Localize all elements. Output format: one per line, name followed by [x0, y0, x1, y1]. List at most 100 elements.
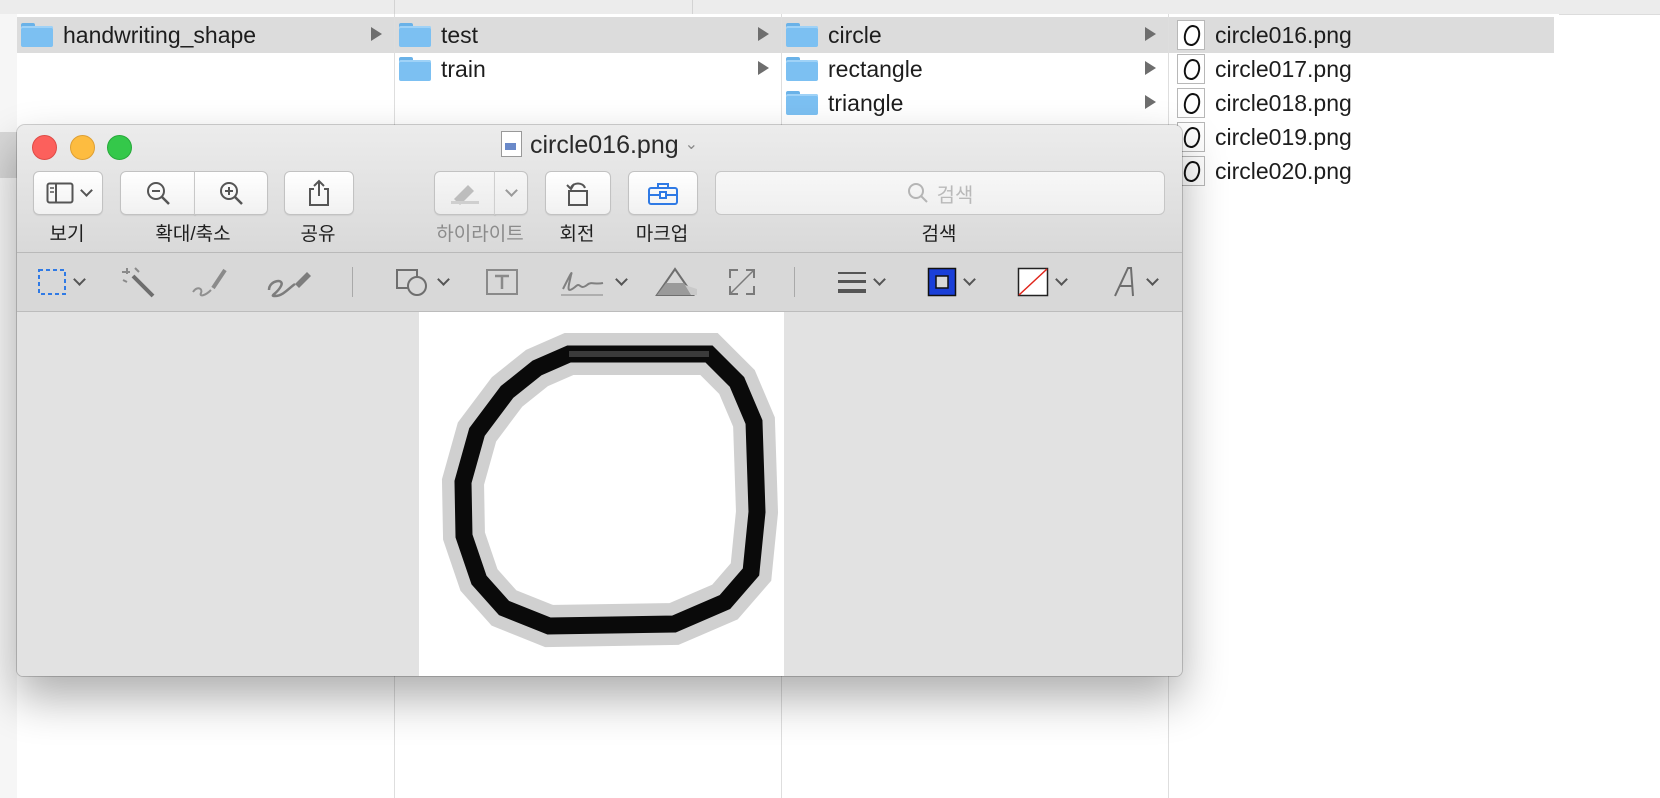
list-item-file[interactable]: circle018.png [1169, 85, 1559, 121]
list-item-folder[interactable]: rectangle [782, 51, 1168, 87]
zoom-out-button[interactable] [120, 171, 196, 215]
folder-icon [786, 57, 818, 81]
adjust-size-button[interactable] [727, 266, 757, 298]
shape-style-icon [838, 272, 866, 293]
zoom-label: 확대/축소 [155, 224, 231, 245]
markup-toolbar [17, 253, 1182, 312]
disclosure-arrow-icon [1145, 95, 1156, 109]
toolbar-divider [352, 267, 353, 297]
chevron-down-icon [1055, 272, 1068, 286]
folder-icon [786, 23, 818, 47]
sidebar-selection-mark [0, 132, 17, 178]
list-item-folder[interactable]: triangle [782, 85, 1168, 121]
highlight-label: 하이라이트 [436, 224, 524, 245]
item-label: handwriting_shape [63, 21, 257, 48]
list-item-file[interactable]: circle019.png [1169, 119, 1559, 155]
zoom-out-icon [147, 182, 170, 205]
rotate-icon [566, 182, 588, 206]
preview-window: circle016.png ⌄ 보기 확대/축소 공유 하이라이트 회전 마크업… [17, 125, 1182, 676]
list-item-folder[interactable]: circle [782, 17, 1168, 53]
view-button[interactable] [33, 171, 103, 215]
draw-icon [267, 272, 311, 298]
shapes-tool-button[interactable] [395, 266, 450, 298]
search-field[interactable]: 검색 [715, 171, 1165, 215]
list-item-folder[interactable]: handwriting_shape [17, 17, 394, 53]
chevron-down-icon [73, 272, 86, 286]
markup-label: 마크업 [635, 224, 689, 245]
highlight-button[interactable] [434, 171, 496, 215]
disclosure-arrow-icon [758, 61, 769, 75]
image-thumbnail-icon [1177, 54, 1205, 84]
text-style-button[interactable] [1112, 266, 1159, 298]
instant-alpha-icon [122, 267, 155, 298]
folder-icon [21, 23, 53, 47]
draw-tool-button[interactable] [265, 266, 313, 298]
list-item-file[interactable]: circle017.png [1169, 51, 1559, 87]
share-icon [309, 179, 329, 206]
window-titlebar[interactable]: circle016.png ⌄ 보기 확대/축소 공유 하이라이트 회전 마크업… [17, 125, 1182, 253]
search-placeholder: 검색 [936, 184, 974, 207]
text-tool-button[interactable] [485, 266, 519, 298]
share-button[interactable] [284, 171, 354, 215]
fill-color-button[interactable] [1017, 266, 1068, 298]
image-thumbnail-icon [1177, 88, 1205, 118]
adjust-color-button[interactable] [655, 266, 699, 298]
folder-icon [786, 91, 818, 115]
chevron-down-icon [79, 183, 93, 197]
view-label: 보기 [49, 224, 85, 245]
handwritten-circle-image [441, 333, 779, 648]
rotate-button[interactable] [545, 171, 611, 215]
sidebar-icon [46, 182, 73, 204]
item-label: train [441, 55, 486, 82]
sign-tool-button[interactable] [559, 266, 628, 298]
selection-tool-button[interactable] [37, 266, 86, 298]
markup-toolbar-button[interactable] [628, 171, 698, 215]
disclosure-arrow-icon [758, 27, 769, 41]
disclosure-arrow-icon [1145, 27, 1156, 41]
highlighter-icon [451, 185, 479, 205]
toolbox-icon [648, 183, 678, 205]
border-color-icon [927, 267, 957, 297]
item-label: test [441, 21, 479, 48]
image-canvas[interactable] [419, 312, 784, 676]
item-label: circle020.png [1215, 157, 1352, 184]
sketch-tool-button[interactable] [189, 266, 231, 298]
shapes-icon [396, 269, 427, 296]
finder-header-seg [394, 0, 693, 14]
window-title-text: circle016.png [529, 131, 679, 159]
sign-icon [561, 271, 604, 296]
text-icon [486, 269, 518, 295]
search-icon [907, 183, 928, 203]
list-item-file[interactable]: circle016.png [1169, 17, 1554, 53]
finder-column-4: circle016.png circle017.png circle018.pn… [1169, 14, 1559, 798]
item-label: circle016.png [1215, 21, 1352, 48]
chevron-down-icon [1146, 272, 1159, 286]
disclosure-arrow-icon [371, 27, 382, 41]
document-icon [500, 131, 522, 158]
finder-top-strip [0, 0, 1660, 15]
chevron-down-icon [437, 272, 450, 286]
window-title[interactable]: circle016.png ⌄ [17, 131, 1182, 160]
share-label: 공유 [300, 224, 336, 245]
chevron-down-icon: ⌄ [684, 136, 699, 154]
folder-icon [399, 57, 431, 81]
finder-header-seg [0, 0, 395, 14]
zoom-in-button[interactable] [194, 171, 268, 215]
list-item-file[interactable]: circle020.png [1169, 153, 1559, 189]
item-label: rectangle [828, 55, 923, 82]
image-thumbnail-icon [1177, 20, 1205, 50]
list-item-folder[interactable]: train [395, 51, 781, 87]
search-label: 검색 [921, 224, 957, 245]
list-item-folder[interactable]: test [395, 17, 781, 53]
item-label: circle018.png [1215, 89, 1352, 116]
chevron-down-icon [615, 272, 628, 286]
adjust-size-icon [729, 269, 755, 295]
shape-style-button[interactable] [837, 266, 886, 298]
border-color-button[interactable] [927, 266, 976, 298]
chevron-down-icon [504, 183, 518, 197]
toolbar-divider [794, 267, 795, 297]
instant-alpha-button[interactable] [121, 266, 157, 298]
item-label: triangle [828, 89, 904, 116]
sketch-icon [192, 268, 227, 297]
highlight-menu-button[interactable] [494, 171, 528, 215]
